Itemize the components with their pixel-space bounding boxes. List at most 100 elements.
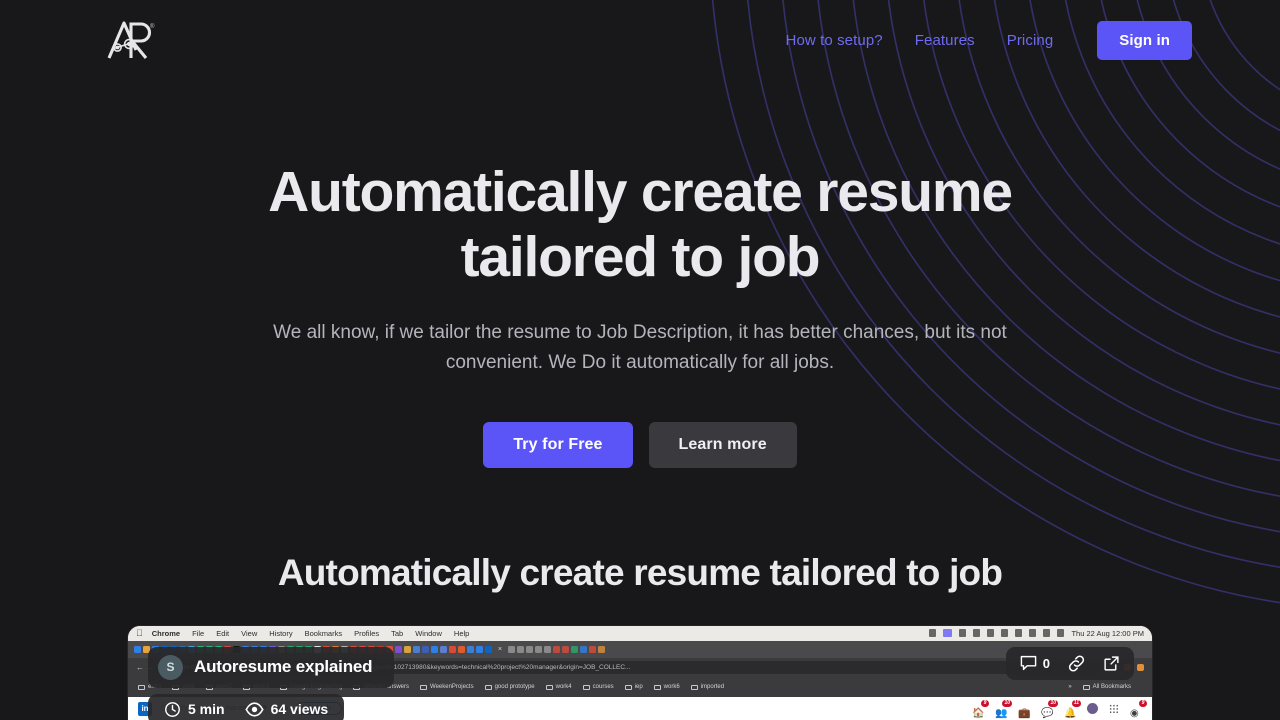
folder-icon: [653, 684, 661, 691]
folder-icon: [138, 684, 145, 691]
browser-tab-favicon[interactable]: [422, 645, 429, 653]
hero-cta-row: Try for Free Learn more: [0, 421, 1280, 468]
notifications-badge: 11: [1071, 699, 1081, 707]
premium-badge: 9: [1139, 699, 1147, 707]
bookmark-item[interactable]: good prototype: [484, 684, 535, 690]
browser-tab-favicon[interactable]: [476, 645, 483, 653]
browser-tab-favicon[interactable]: [431, 645, 438, 653]
video-views-text: 64 views: [270, 701, 329, 718]
nav-link-features[interactable]: Features: [899, 32, 991, 49]
bookmark-item[interactable]: work6: [653, 684, 680, 691]
linkedin-jobs-icon[interactable]: 💼: [1018, 703, 1030, 719]
bookmark-label: courses: [592, 684, 614, 691]
browser-tab-favicon[interactable]: [485, 645, 492, 653]
browser-tab-favicon[interactable]: [440, 645, 447, 653]
sign-in-button[interactable]: Sign in: [1097, 20, 1192, 60]
spotlight-search-icon: [1043, 629, 1051, 638]
linkedin-apps-grid-icon[interactable]: [1109, 703, 1119, 714]
bookmark-item[interactable]: work4: [545, 684, 572, 691]
clock-icon: [165, 702, 180, 717]
browser-tab-favicon[interactable]: [526, 645, 534, 653]
folder-icon: [582, 684, 590, 691]
linkedin-premium-icon[interactable]: ◉ 9: [1130, 699, 1147, 719]
browser-tab-favicon[interactable]: [449, 645, 456, 653]
video-title: Autoresume explained: [194, 657, 373, 677]
linkedin-network-icon[interactable]: 👥 10: [995, 699, 1012, 719]
browser-tab-favicon[interactable]: [467, 645, 474, 653]
menubar-item-file: File: [185, 628, 204, 638]
video-actions-overlay: 0: [1005, 646, 1134, 680]
bluetooth-icon: [987, 629, 995, 638]
menubar-item-chrome: Chrome: [145, 628, 180, 638]
menubar-item-profiles: Profiles: [347, 628, 379, 638]
bookmark-label: work6: [663, 684, 680, 691]
folder-icon: [1082, 684, 1090, 691]
hero-title: Automatically create resume tailored to …: [260, 160, 1020, 290]
all-bookmarks-button[interactable]: All Bookmarks: [1082, 684, 1131, 691]
menubar-item-history: History: [262, 628, 292, 638]
copy-link-action[interactable]: [1067, 655, 1086, 672]
bookmarks-overflow-button[interactable]: »: [1068, 684, 1071, 690]
menubar-clock: Thu 22 Aug 12:00 PM: [1071, 628, 1144, 638]
browser-tab-favicon[interactable]: [517, 645, 525, 653]
hero-subtitle-line-1: We all know, if we tailor the resume to …: [273, 321, 951, 343]
video-player-card[interactable]:  Chrome File Edit View History Bookmark…: [128, 625, 1152, 720]
battery-icon: [1015, 629, 1023, 638]
extension-icon-2[interactable]: [1137, 664, 1144, 672]
linkedin-profile-avatar[interactable]: [1087, 703, 1098, 715]
menubar-item-window: Window: [408, 628, 442, 638]
statusbar-icon-2: [959, 629, 967, 638]
nav-link-how-to-setup[interactable]: How to setup?: [786, 32, 899, 49]
browser-tab-favicon[interactable]: [544, 645, 552, 653]
messaging-badge: 10: [1048, 699, 1058, 707]
browser-tab-favicon[interactable]: [580, 645, 588, 653]
eye-icon: [244, 702, 264, 717]
hero-subtitle: We all know, if we tailor the resume to …: [260, 318, 1020, 378]
bookmark-label: work4: [555, 684, 572, 691]
comment-icon: [1020, 656, 1037, 671]
learn-more-button[interactable]: Learn more: [648, 421, 797, 468]
demo-section-title: Automatically create resume tailored to …: [277, 551, 1003, 593]
statusbar-icon-4: [1001, 629, 1009, 638]
browser-tab-favicon[interactable]: [598, 645, 606, 653]
nav-link-pricing[interactable]: Pricing: [991, 32, 1070, 49]
menubar-item-tab: Tab: [384, 628, 403, 638]
linkedin-notifications-icon[interactable]: 🔔 11: [1064, 699, 1081, 719]
bookmark-item[interactable]: iep: [624, 684, 643, 690]
browser-tab-favicon[interactable]: [553, 645, 561, 653]
browser-tab-favicon[interactable]: [404, 645, 411, 653]
brand-logo[interactable]: ®: [105, 17, 157, 63]
browser-tab-favicon[interactable]: [508, 645, 516, 653]
browser-tab-favicon[interactable]: [562, 645, 570, 653]
browser-tab-favicon[interactable]: [589, 645, 597, 653]
menubar-item-edit: Edit: [209, 628, 229, 638]
external-link-icon: [1104, 656, 1119, 671]
comment-count: 0: [1042, 655, 1050, 671]
browser-tab-favicon[interactable]: [571, 645, 579, 653]
video-title-overlay: S Autoresume explained: [148, 646, 395, 688]
folder-icon: [690, 684, 698, 691]
linkedin-messaging-icon[interactable]: 💬 10: [1041, 699, 1058, 719]
open-external-action[interactable]: [1103, 655, 1120, 672]
apple-logo-icon: : [136, 628, 143, 638]
browser-tab-favicon[interactable]: [395, 645, 402, 653]
control-center-icon: [1057, 629, 1065, 638]
hero-title-line-1: Automatically create resume: [268, 160, 1013, 224]
video-duration-text: 5 min: [188, 701, 225, 718]
statusbar-icon-1: [929, 629, 937, 638]
browser-tab-favicon[interactable]: [535, 645, 543, 653]
browser-tab-favicon[interactable]: [134, 645, 141, 653]
browser-tab-favicon[interactable]: [458, 645, 465, 653]
comment-action[interactable]: 0: [1020, 655, 1050, 671]
menubar-item-help: Help: [447, 628, 469, 638]
linkedin-home-icon[interactable]: 🏠 9: [972, 699, 989, 719]
all-bookmarks-label: All Bookmarks: [1092, 684, 1131, 691]
try-for-free-button[interactable]: Try for Free: [483, 421, 633, 468]
bookmark-item[interactable]: WeekenProjects: [420, 684, 474, 690]
macos-menubar:  Chrome File Edit View History Bookmark…: [128, 625, 1152, 641]
menubar-item-view: View: [234, 628, 257, 638]
close-icon[interactable]: ×: [498, 646, 502, 653]
browser-tab-favicon[interactable]: [413, 645, 420, 653]
bookmark-item[interactable]: courses: [582, 684, 614, 691]
bookmark-item[interactable]: imported: [690, 684, 724, 691]
